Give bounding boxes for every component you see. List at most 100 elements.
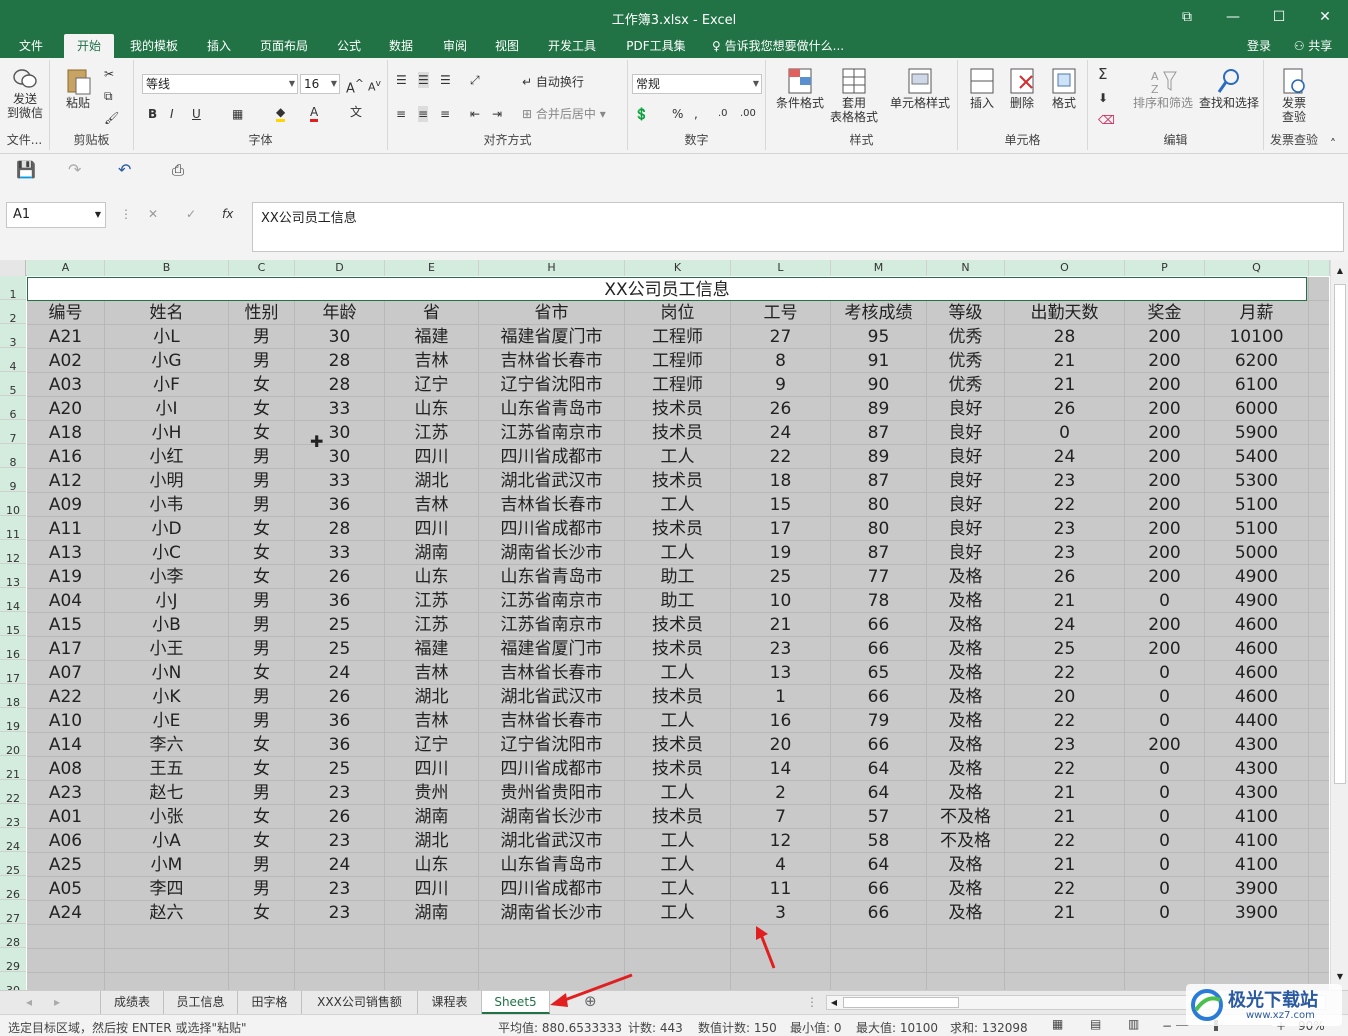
- data-cell[interactable]: 0: [1005, 421, 1125, 445]
- data-cell[interactable]: 工人: [625, 493, 731, 517]
- data-cell[interactable]: 及格: [927, 709, 1005, 733]
- data-cell[interactable]: 助工: [625, 589, 731, 613]
- tab-insert[interactable]: 插入: [198, 34, 240, 58]
- data-cell[interactable]: 27: [731, 325, 831, 349]
- data-cell[interactable]: 江苏省南京市: [479, 613, 625, 637]
- data-cell[interactable]: 200: [1125, 373, 1205, 397]
- data-cell[interactable]: 4600: [1205, 637, 1309, 661]
- data-cell[interactable]: 工人: [625, 877, 731, 901]
- shrink-font-icon[interactable]: Av: [368, 76, 381, 96]
- data-cell[interactable]: 工人: [625, 661, 731, 685]
- data-cell[interactable]: 技术员: [625, 757, 731, 781]
- worksheet-grid[interactable]: ABCDEHKLMNOPQ 1 2 3 4 5 6 7 8 9 10 11 12 13 14 15 16 17 1…: [0, 260, 1348, 990]
- data-cell[interactable]: 良好: [927, 469, 1005, 493]
- data-cell[interactable]: 贵州省贵阳市: [479, 781, 625, 805]
- sheet-title-cell[interactable]: XX公司员工信息: [27, 277, 1307, 301]
- data-cell[interactable]: 江苏: [385, 589, 479, 613]
- sort-filter-button[interactable]: AZ 排序和筛选: [1128, 66, 1198, 110]
- header-cell[interactable]: 省市: [479, 301, 625, 325]
- tab-formulas[interactable]: 公式: [328, 34, 370, 58]
- column-header[interactable]: K: [625, 260, 731, 276]
- data-cell[interactable]: 四川省成都市: [479, 757, 625, 781]
- data-cell[interactable]: 66: [831, 733, 927, 757]
- data-cell[interactable]: 福建省厦门市: [479, 637, 625, 661]
- border-icon[interactable]: ▦: [232, 106, 243, 122]
- data-cell[interactable]: 22: [1005, 829, 1125, 853]
- delete-cells-button[interactable]: 删除: [1002, 66, 1042, 110]
- row-header[interactable]: 26: [0, 876, 26, 901]
- data-cell[interactable]: 湖北省武汉市: [479, 829, 625, 853]
- tell-me-box[interactable]: ♀ 告诉我您想要做什么...: [706, 34, 856, 58]
- data-cell[interactable]: 26: [731, 397, 831, 421]
- data-cell[interactable]: 80: [831, 493, 927, 517]
- data-cell[interactable]: 及格: [927, 637, 1005, 661]
- column-header[interactable]: B: [105, 260, 229, 276]
- data-cell[interactable]: 36: [295, 589, 385, 613]
- data-cell[interactable]: 女: [229, 901, 295, 925]
- cell-styles-button[interactable]: 单元格样式: [884, 66, 956, 110]
- data-cell[interactable]: 4100: [1205, 829, 1309, 853]
- row-header[interactable]: 16: [0, 636, 26, 661]
- data-cell[interactable]: 87: [831, 541, 927, 565]
- data-cell[interactable]: 0: [1125, 805, 1205, 829]
- data-cell[interactable]: 吉林: [385, 661, 479, 685]
- data-cell[interactable]: 0: [1125, 901, 1205, 925]
- data-cell[interactable]: 64: [831, 757, 927, 781]
- hscroll-thumb[interactable]: [843, 997, 959, 1008]
- send-to-wechat-button[interactable]: 发送 到微信: [4, 66, 46, 120]
- data-cell[interactable]: 王五: [105, 757, 229, 781]
- data-cell[interactable]: 及格: [927, 661, 1005, 685]
- grow-font-icon[interactable]: A^: [346, 76, 364, 97]
- data-cell[interactable]: 23: [295, 901, 385, 925]
- data-cell[interactable]: 湖北: [385, 469, 479, 493]
- column-header[interactable]: L: [731, 260, 831, 276]
- row-header[interactable]: 4: [0, 348, 26, 373]
- header-cell[interactable]: 编号: [27, 301, 105, 325]
- data-cell[interactable]: 3: [731, 901, 831, 925]
- data-cell[interactable]: 95: [831, 325, 927, 349]
- data-cell[interactable]: 工程师: [625, 373, 731, 397]
- data-cell[interactable]: 男: [229, 325, 295, 349]
- data-cell[interactable]: 及格: [927, 613, 1005, 637]
- row-header[interactable]: 18: [0, 684, 26, 709]
- data-cell[interactable]: 女: [229, 517, 295, 541]
- data-cell[interactable]: 吉林省长春市: [479, 661, 625, 685]
- data-cell[interactable]: 吉林: [385, 349, 479, 373]
- minimize-button[interactable]: —: [1210, 0, 1256, 34]
- scroll-down-icon[interactable]: ▼: [1334, 972, 1346, 984]
- data-cell[interactable]: 湖南: [385, 541, 479, 565]
- data-cell[interactable]: 女: [229, 661, 295, 685]
- data-cell[interactable]: 优秀: [927, 325, 1005, 349]
- data-cell[interactable]: 200: [1125, 469, 1205, 493]
- data-cell[interactable]: 5900: [1205, 421, 1309, 445]
- data-cell[interactable]: 山东: [385, 565, 479, 589]
- data-cell[interactable]: 3900: [1205, 901, 1309, 925]
- data-cell[interactable]: 小韦: [105, 493, 229, 517]
- row-header[interactable]: 6: [0, 396, 26, 421]
- data-cell[interactable]: 79: [831, 709, 927, 733]
- cancel-icon[interactable]: ✕: [148, 206, 158, 222]
- data-cell[interactable]: 湖北省武汉市: [479, 469, 625, 493]
- column-header[interactable]: H: [479, 260, 625, 276]
- tab-my-templates[interactable]: 我的模板: [122, 34, 186, 58]
- row-header[interactable]: 10: [0, 492, 26, 517]
- data-cell[interactable]: 200: [1125, 565, 1205, 589]
- data-cell[interactable]: 四川: [385, 877, 479, 901]
- row-header[interactable]: 5: [0, 372, 26, 397]
- data-cell[interactable]: 小I: [105, 397, 229, 421]
- data-cell[interactable]: 江苏省南京市: [479, 589, 625, 613]
- prev-sheet-icon[interactable]: ◂: [26, 994, 32, 1010]
- data-cell[interactable]: 77: [831, 565, 927, 589]
- sheet-tab[interactable]: 成绩表: [100, 991, 164, 1014]
- data-cell[interactable]: 吉林省长春市: [479, 709, 625, 733]
- normal-view-icon[interactable]: ▦: [1052, 1017, 1063, 1031]
- data-cell[interactable]: 优秀: [927, 349, 1005, 373]
- data-cell[interactable]: 工人: [625, 709, 731, 733]
- data-cell[interactable]: 200: [1125, 541, 1205, 565]
- data-cell[interactable]: 李四: [105, 877, 229, 901]
- row-header[interactable]: 22: [0, 780, 26, 805]
- data-cell[interactable]: 21: [1005, 349, 1125, 373]
- data-cell[interactable]: 25: [1005, 637, 1125, 661]
- row-header[interactable]: 12: [0, 540, 26, 565]
- insert-function-button[interactable]: fx: [222, 206, 233, 222]
